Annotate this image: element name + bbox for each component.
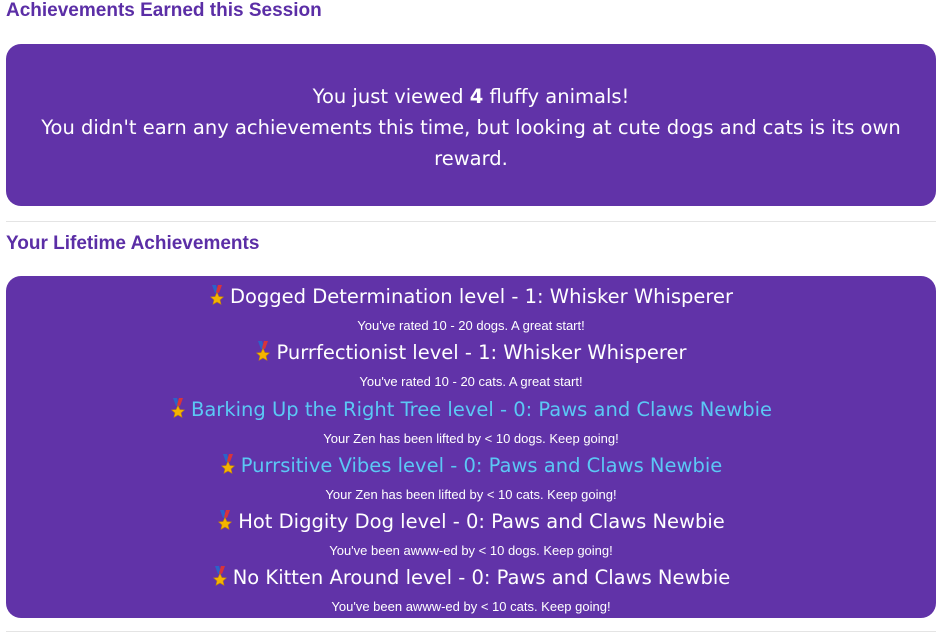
- session-achievements-heading: Achievements Earned this Session: [6, 0, 322, 21]
- lifetime-achievements-heading: Your Lifetime Achievements: [6, 233, 260, 254]
- viewed-count-message: You just viewed 4 fluffy animals!: [20, 81, 922, 112]
- medal-icon: [170, 397, 186, 425]
- medal-icon: [217, 510, 233, 537]
- achievement-title: Barking Up the Right Tree level - 0: Paw…: [190, 397, 773, 421]
- achievement-item: Dogged Determination level - 1: Whisker …: [6, 283, 936, 339]
- achievement-item: Purrfectionist level - 1: Whisker Whispe…: [6, 339, 936, 395]
- viewed-suffix: fluffy animals!: [483, 85, 630, 108]
- achievement-item: Hot Diggity Dog level - 0: Paws and Claw…: [6, 508, 936, 564]
- achievement-title: No Kitten Around level - 0: Paws and Cla…: [232, 566, 731, 590]
- achievement-title: Hot Diggity Dog level - 0: Paws and Claw…: [238, 510, 725, 534]
- medal-icon: [220, 453, 236, 481]
- achievement-title-line: No Kitten Around level - 0: Paws and Cla…: [6, 564, 936, 593]
- achievement-title-line: Dogged Determination level - 1: Whisker …: [6, 283, 936, 312]
- achievement-item: No Kitten Around level - 0: Paws and Cla…: [6, 564, 936, 620]
- achievement-description: You've been awww-ed by < 10 cats. Keep g…: [331, 599, 611, 615]
- medal-icon: [212, 566, 228, 593]
- achievement-item: Barking Up the Right Tree level - 0: Paw…: [6, 396, 936, 452]
- achievement-description: Your Zen has been lifted by < 10 cats. K…: [325, 486, 617, 502]
- section-divider: [6, 631, 936, 632]
- viewed-prefix: You just viewed: [312, 85, 470, 108]
- lifetime-achievements-panel: Dogged Determination level - 1: Whisker …: [6, 276, 936, 618]
- achievement-title: Purrfectionist level - 1: Whisker Whispe…: [276, 341, 687, 365]
- achievement-item: Purrsitive Vibes level - 0: Paws and Cla…: [6, 452, 936, 508]
- achievement-description: You've rated 10 - 20 cats. A great start…: [359, 374, 583, 390]
- achievement-description: Your Zen has been lifted by < 10 dogs. K…: [323, 430, 619, 446]
- achievement-title-line: Hot Diggity Dog level - 0: Paws and Claw…: [6, 508, 936, 537]
- no-achievements-message: You didn't earn any achievements this ti…: [41, 116, 901, 170]
- achievement-title-line: Barking Up the Right Tree level - 0: Paw…: [6, 396, 936, 425]
- achievement-description: You've rated 10 - 20 dogs. A great start…: [357, 318, 585, 333]
- achievement-title: Purrsitive Vibes level - 0: Paws and Cla…: [240, 453, 723, 477]
- achievement-title-line: Purrfectionist level - 1: Whisker Whispe…: [6, 339, 936, 368]
- medal-icon: [209, 285, 225, 312]
- achievement-description: You've been awww-ed by < 10 dogs. Keep g…: [329, 543, 613, 559]
- session-summary-panel: You just viewed 4 fluffy animals! You di…: [6, 44, 936, 206]
- viewed-count: 4: [469, 85, 484, 108]
- achievement-title-line: Purrsitive Vibes level - 0: Paws and Cla…: [6, 452, 936, 481]
- achievement-title: Dogged Determination level - 1: Whisker …: [229, 285, 734, 308]
- medal-icon: [255, 341, 271, 368]
- section-divider: [6, 221, 936, 222]
